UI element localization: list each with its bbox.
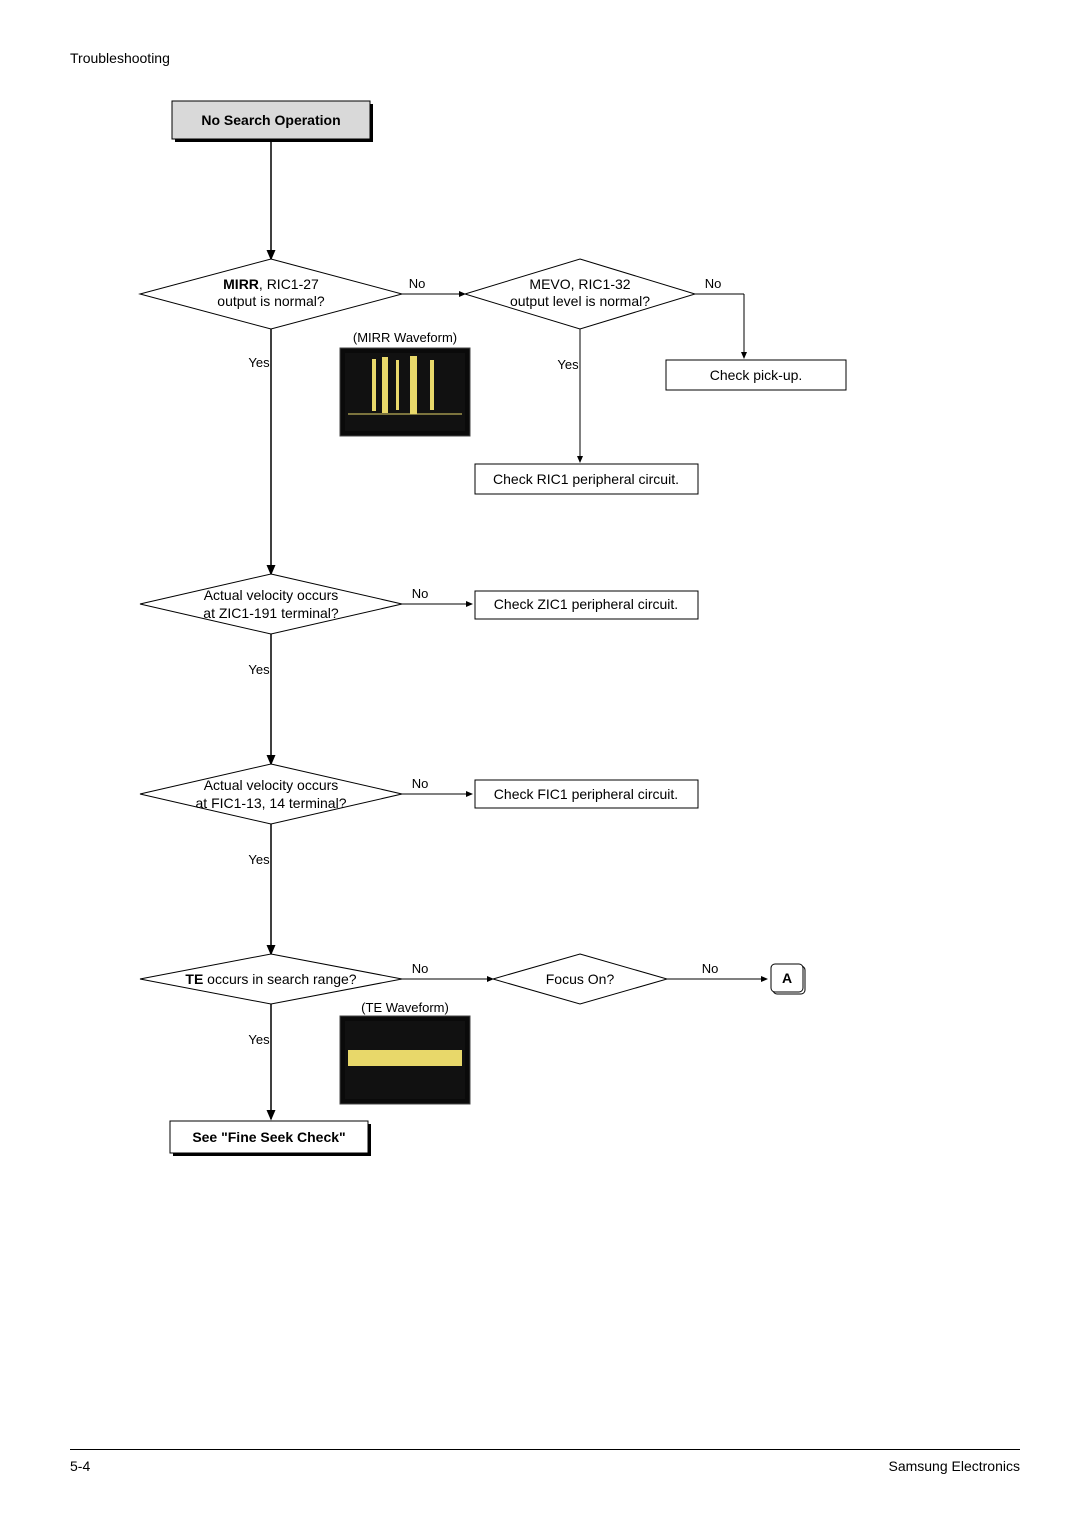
page-number: 5-4 bbox=[70, 1458, 90, 1474]
decision-te: TE occurs in search range? bbox=[140, 954, 402, 1004]
svg-text:Check ZIC1 peripheral circuit.: Check ZIC1 peripheral circuit. bbox=[494, 596, 678, 612]
svg-text:(MIRR Waveform): (MIRR Waveform) bbox=[353, 330, 457, 345]
svg-text:No: No bbox=[702, 961, 719, 976]
svg-text:No: No bbox=[412, 961, 429, 976]
te-waveform-image bbox=[340, 1016, 470, 1104]
svg-text:Check RIC1 peripheral circuit.: Check RIC1 peripheral circuit. bbox=[493, 471, 679, 487]
svg-text:See "Fine Seek Check": See "Fine Seek Check" bbox=[192, 1129, 345, 1145]
mirr-waveform-image bbox=[340, 348, 470, 436]
connector-a: A bbox=[771, 964, 805, 994]
company-name: Samsung Electronics bbox=[888, 1458, 1020, 1474]
svg-text:MEVO, RIC1-32: MEVO, RIC1-32 bbox=[529, 276, 630, 292]
svg-text:Check FIC1 peripheral circuit.: Check FIC1 peripheral circuit. bbox=[494, 786, 678, 802]
svg-text:(TE Waveform): (TE Waveform) bbox=[361, 1000, 449, 1015]
process-check-zic1: Check ZIC1 peripheral circuit. bbox=[475, 591, 698, 619]
svg-text:Check pick-up.: Check pick-up. bbox=[710, 367, 803, 383]
svg-text:MIRR, RIC1-27: MIRR, RIC1-27 bbox=[223, 276, 319, 292]
svg-text:Yes: Yes bbox=[248, 852, 270, 867]
svg-text:Yes: Yes bbox=[557, 357, 579, 372]
svg-text:Yes: Yes bbox=[248, 662, 270, 677]
svg-text:No Search Operation: No Search Operation bbox=[201, 112, 340, 128]
svg-text:No: No bbox=[409, 276, 426, 291]
svg-text:Yes: Yes bbox=[248, 355, 270, 370]
flowchart-svg: No Search Operation MIRR, RIC1-27 output… bbox=[70, 84, 1010, 1204]
process-check-fic1: Check FIC1 peripheral circuit. bbox=[475, 780, 698, 808]
decision-fic1: Actual velocity occurs at FIC1-13, 14 te… bbox=[140, 764, 402, 824]
svg-text:No: No bbox=[412, 586, 429, 601]
svg-text:No: No bbox=[705, 276, 722, 291]
decision-focus: Focus On? bbox=[493, 954, 667, 1004]
svg-text:Actual velocity occurs: Actual velocity occurs bbox=[204, 777, 339, 793]
svg-text:Focus On?: Focus On? bbox=[546, 971, 615, 987]
svg-text:Yes: Yes bbox=[248, 1032, 270, 1047]
process-check-pickup: Check pick-up. bbox=[666, 360, 846, 390]
page-header: Troubleshooting bbox=[70, 50, 1020, 66]
svg-text:A: A bbox=[782, 970, 792, 986]
svg-text:at ZIC1-191 terminal?: at ZIC1-191 terminal? bbox=[203, 605, 339, 621]
decision-mirr: MIRR, RIC1-27 output is normal? bbox=[140, 259, 402, 329]
svg-text:TE occurs in search range?: TE occurs in search range? bbox=[185, 971, 356, 987]
svg-text:output is normal?: output is normal? bbox=[217, 293, 325, 309]
process-check-ric1: Check RIC1 peripheral circuit. bbox=[475, 464, 698, 494]
svg-text:output level is normal?: output level is normal? bbox=[510, 293, 650, 309]
end-node: See "Fine Seek Check" bbox=[170, 1121, 371, 1156]
svg-text:Actual velocity occurs: Actual velocity occurs bbox=[204, 587, 339, 603]
page-footer: 5-4 Samsung Electronics bbox=[70, 1449, 1020, 1474]
decision-zic1: Actual velocity occurs at ZIC1-191 termi… bbox=[140, 574, 402, 634]
svg-text:at FIC1-13, 14 terminal?: at FIC1-13, 14 terminal? bbox=[196, 795, 347, 811]
svg-text:No: No bbox=[412, 776, 429, 791]
decision-mevo: MEVO, RIC1-32 output level is normal? bbox=[465, 259, 695, 329]
start-node: No Search Operation bbox=[172, 101, 373, 142]
